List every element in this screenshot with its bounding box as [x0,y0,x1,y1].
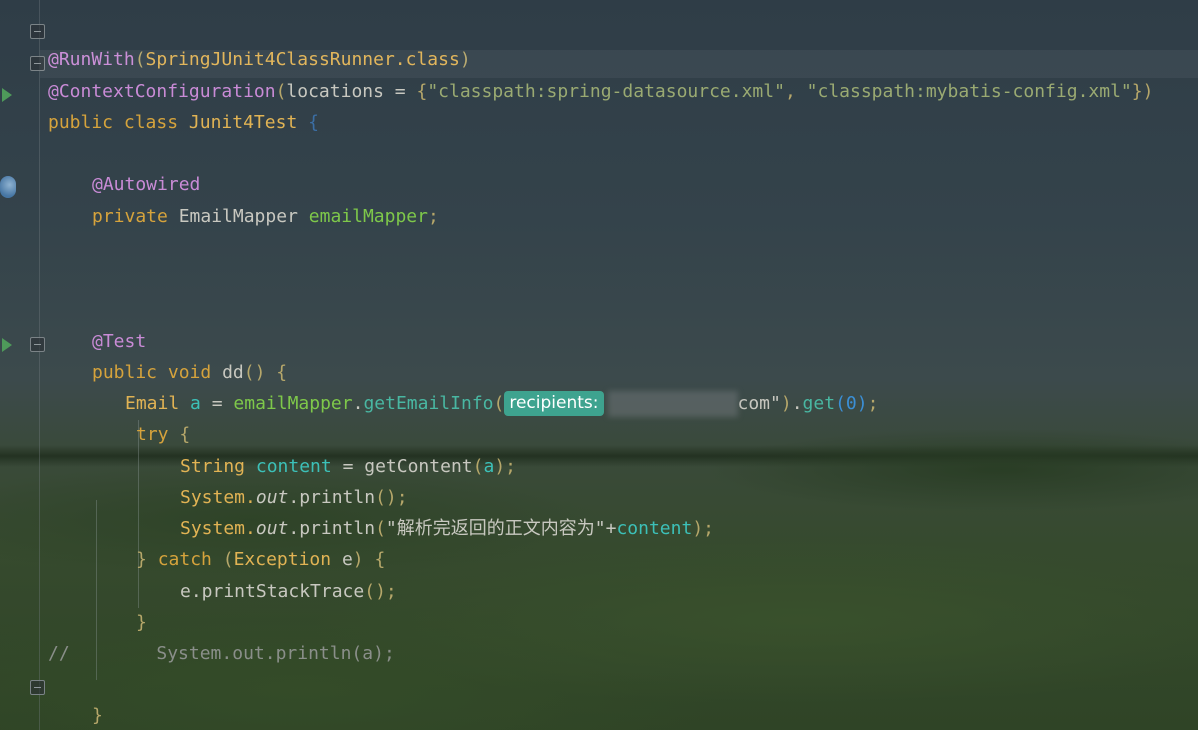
parameter-hint: recipients: [504,391,604,416]
code-line-13[interactable]: } catch (Exception e) { [136,518,385,570]
fold-toggle-icon[interactable] [30,680,45,695]
punct: ) [692,518,704,539]
operator: = [200,393,234,414]
method-call: getEmailInfo [363,393,494,414]
punct: ; [703,518,714,539]
field-name: emailMapper [233,393,353,414]
punct: } [136,549,147,570]
spring-bean-icon[interactable] [0,176,16,198]
field-name: emailMapper [308,206,428,227]
method-call: e.printStackTrace [180,581,365,602]
punct: }) [1131,81,1154,102]
code-line-17[interactable]: } [92,674,103,726]
punct: ; [385,581,397,602]
code-line-12[interactable]: System.out.println("解析完返回的正文内容为"+content… [180,487,714,539]
code-line-4[interactable]: @Autowired [92,143,200,195]
keyword: private [92,206,168,227]
code-line-14[interactable]: e.printStackTrace(); [180,550,397,602]
type-name: EmailMapper [178,206,298,227]
code-line-5[interactable]: private EmailMapper emailMapper; [92,175,439,227]
code-line-9[interactable]: try { [136,393,190,445]
code-line-7[interactable]: public void dd() { [92,331,287,383]
code-line-1[interactable]: @RunWith(SpringJUnit4ClassRunner.class) [48,18,471,70]
fold-toggle-icon[interactable] [30,337,45,352]
editor-gutter [0,0,45,730]
code-line-3[interactable]: public class Junit4Test { [48,81,319,133]
punct: (0) [835,393,868,414]
code-line-16[interactable]: // System.out.println(a); [48,612,395,664]
punct: . [791,393,803,414]
variable-name: content [616,518,693,539]
punct: ; [867,393,879,414]
string-literal: "classpath:mybatis-config.xml" [806,81,1132,102]
operator: + [605,518,617,539]
punct: ; [427,206,439,227]
punct: } [92,705,103,726]
punct: () [364,581,386,602]
punct: { [308,112,319,133]
code-line-11[interactable]: System.out.println(); [180,456,408,508]
class-name: Junit4Test [188,112,298,133]
variable-name: a [190,393,201,414]
code-line-15[interactable]: } [136,581,147,633]
punct: ; [505,456,516,477]
punct: ( [493,393,505,414]
string-literal: com" [737,393,781,414]
punct: ( [472,456,484,477]
punct: . [352,393,364,414]
redacted-text [607,391,738,417]
run-test-method-icon[interactable] [2,338,12,352]
keyword: try [136,424,169,445]
punct: , [784,81,807,102]
line-comment: // System.out.println(a); [48,643,395,664]
punct: ) [780,393,792,414]
operator: = [383,81,417,102]
keyword: public [48,112,114,133]
variable-name: a [483,456,495,477]
string-literal: "解析完返回的正文内容为" [385,518,606,539]
fold-toggle-icon[interactable] [30,24,45,39]
keyword: class [123,112,179,133]
code-line-2[interactable]: @ContextConfiguration(locations = {"clas… [40,50,1198,102]
punct: ) [494,456,506,477]
run-test-class-icon[interactable] [2,88,12,102]
punct: { [416,81,428,102]
string-literal: "classpath:spring-datasource.xml" [427,81,785,102]
code-line-10[interactable]: String content = getContent(a); [180,425,516,477]
method-call: get [802,393,836,414]
code-line-6[interactable]: @Test [92,300,146,352]
code-line-8[interactable]: Email a = emailMapper.getEmailInfo(recip… [125,362,878,417]
